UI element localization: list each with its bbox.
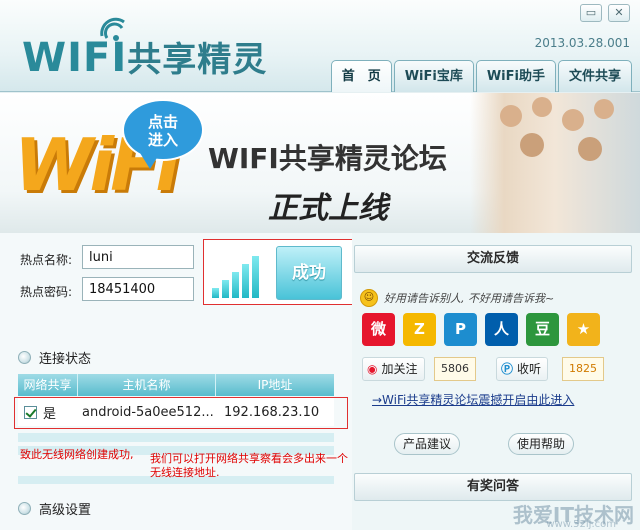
advanced-settings-label: 高级设置 [39, 503, 92, 518]
title-bar: WIFI共享精灵 ▭ ✕ 2013.03.28.001 首 页 WiFi宝库 W… [0, 0, 640, 92]
banner-title: WIFI共享精灵论坛 [208, 142, 447, 175]
hotspot-name-input[interactable] [82, 245, 194, 269]
tencent-listen-button[interactable]: Ⓟ 收听 [496, 357, 549, 381]
annotation-note-right-2: 无线连接地址. [150, 466, 220, 479]
forum-link[interactable]: →WiFi共享精灵论坛震撼开启由此进入 [372, 391, 574, 408]
tab-file-sharing[interactable]: 文件共享 [557, 60, 632, 92]
main-tabs: 首 页 WiFi宝库 WiFi助手 文件共享 [330, 60, 632, 92]
tencent-small-icon: Ⓟ [501, 362, 514, 376]
feedback-header-button[interactable]: 交流反馈 [354, 245, 632, 273]
wifi-signal-icon [100, 17, 125, 41]
close-button[interactable]: ✕ [608, 4, 630, 22]
column-share: 网络共享 [18, 374, 78, 396]
smiley-icon: ☺ [360, 289, 378, 307]
weibo-icon[interactable]: 微 [362, 313, 395, 346]
annotation-note-left: 致此无线网络创建成功, [20, 448, 134, 461]
minimize-button[interactable]: ▭ [580, 4, 602, 22]
hotspot-name-label: 热点名称: [20, 253, 73, 267]
tencent-weibo-icon[interactable]: P [444, 313, 477, 346]
hotspot-password-label: 热点密码: [20, 285, 73, 299]
watermark-url: www.52ij.com [546, 519, 616, 530]
logo-cn-text: 共享精灵 [127, 40, 268, 80]
table-empty-row [18, 433, 334, 442]
column-host: 主机名称 [78, 374, 216, 396]
annotation-note-right-1: 我们可以打开网络共享察看会多出来一个 [150, 452, 348, 465]
banner-crowd-image [470, 93, 640, 233]
bubble-line2: 进入 [147, 131, 178, 149]
table-header: 网络共享 主机名称 IP地址 [18, 374, 334, 396]
qq-icon[interactable]: ★ [567, 313, 600, 346]
slogan-text: 好用请告诉别人, 不好用请告诉我~ [384, 292, 555, 305]
follow-label: 加关注 [381, 362, 418, 376]
qzone-icon[interactable]: Z [403, 313, 436, 346]
forum-banner[interactable]: WiFi 点击 进入 WIFI共享精灵论坛 正式上线 [0, 93, 640, 233]
tab-wifi-library[interactable]: WiFi宝库 [393, 60, 474, 92]
listen-count: 1825 [562, 357, 604, 381]
follow-count: 5806 [434, 357, 476, 381]
highlight-box [14, 397, 348, 429]
renren-icon[interactable]: 人 [485, 313, 518, 346]
listen-label: 收听 [517, 362, 542, 376]
banner-subtitle: 正式上线 [268, 191, 388, 226]
douban-icon[interactable]: 豆 [526, 313, 559, 346]
user-help-button[interactable]: 使用帮助 [508, 433, 574, 455]
enter-bubble[interactable]: 点击 进入 [122, 99, 204, 161]
weibo-follow-button[interactable]: ◉ 加关注 [362, 357, 425, 381]
bubble-line1: 点击 [147, 113, 178, 131]
bubble-tail [140, 153, 160, 169]
feedback-slogan: ☺ 好用请告诉别人, 不好用请告诉我~ [360, 289, 554, 307]
signal-bars-icon [212, 252, 272, 298]
success-button[interactable]: 成功 [276, 246, 342, 300]
hotspot-password-input[interactable] [82, 277, 194, 301]
app-logo: WIFI共享精灵 [22, 32, 267, 81]
weibo-small-icon: ◉ [367, 362, 378, 376]
signal-status-box: 成功 [203, 239, 355, 305]
column-ip: IP地址 [257, 378, 293, 392]
advanced-settings-header[interactable]: 高级设置 [18, 499, 91, 518]
award-qa-button[interactable]: 有奖问答 [354, 473, 632, 501]
expand-dot-icon [18, 351, 31, 364]
tab-home[interactable]: 首 页 [330, 60, 392, 92]
connection-status-label: 连接状态 [39, 352, 92, 367]
social-icons: 微 Z P 人 豆 ★ [362, 313, 600, 346]
product-suggestion-button[interactable]: 产品建议 [394, 433, 460, 455]
tab-wifi-assistant[interactable]: WiFi助手 [475, 60, 556, 92]
feedback-panel: 交流反馈 ☺ 好用请告诉别人, 不好用请告诉我~ 微 Z P 人 豆 ★ ◉ 加… [352, 233, 640, 530]
version-label: 2013.03.28.001 [534, 36, 630, 50]
connection-status-header[interactable]: 连接状态 [18, 348, 91, 367]
expand-dot-icon [18, 502, 31, 515]
